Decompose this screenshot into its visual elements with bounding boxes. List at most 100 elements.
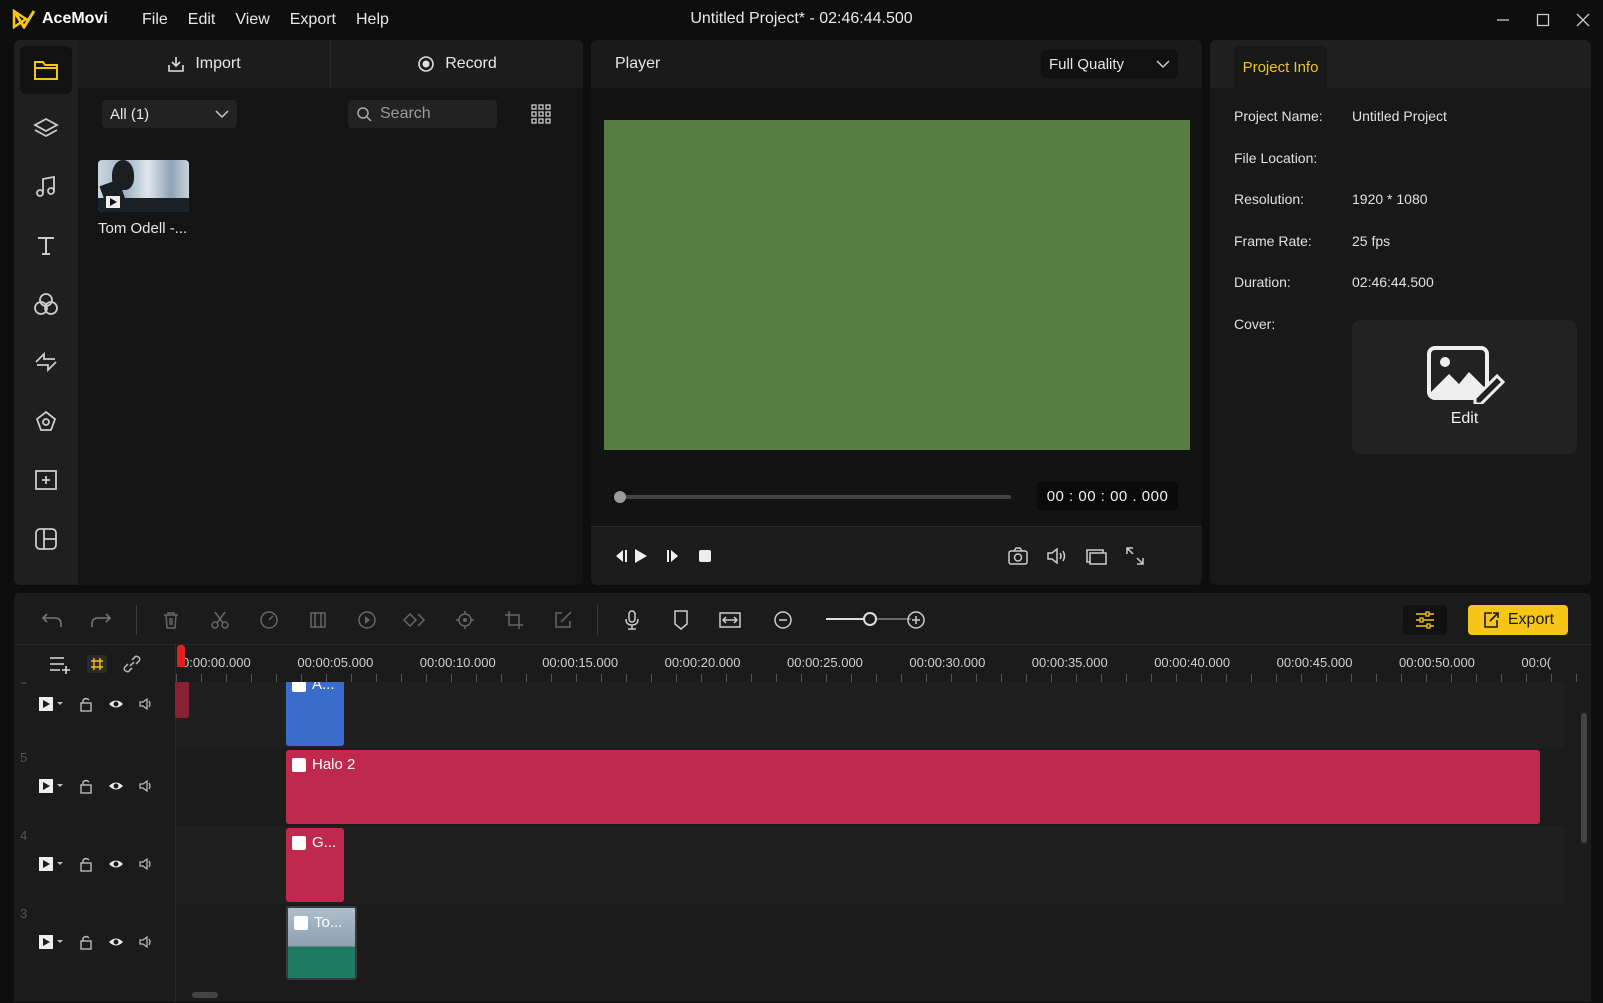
play-button[interactable] xyxy=(627,543,653,569)
media-item[interactable]: Tom Odell -... xyxy=(98,160,193,237)
lock-icon[interactable] xyxy=(78,778,94,794)
pip-button[interactable] xyxy=(1083,543,1109,569)
target-icon xyxy=(456,611,474,629)
rail-text-button[interactable] xyxy=(20,221,72,269)
menu-export[interactable]: Export xyxy=(280,10,346,30)
eye-icon[interactable] xyxy=(108,779,124,793)
ruler-time-label: 00:00:35.000 xyxy=(1031,655,1108,670)
rail-templates-button[interactable] xyxy=(20,514,72,562)
eye-icon[interactable] xyxy=(108,697,124,711)
record-button[interactable]: Record xyxy=(330,40,583,88)
close-button[interactable] xyxy=(1563,0,1603,40)
speed-button[interactable] xyxy=(255,606,283,634)
info-label: Frame Rate: xyxy=(1234,233,1312,249)
timeline-clip[interactable]: A... xyxy=(286,682,344,746)
progress-handle[interactable] xyxy=(614,491,626,503)
rail-layers-button[interactable] xyxy=(20,104,72,152)
tab-project-info[interactable]: Project Info xyxy=(1234,46,1327,88)
media-filter-dropdown[interactable]: All (1) xyxy=(102,100,237,128)
export-button[interactable]: Export xyxy=(1468,605,1568,635)
timeline-settings-button[interactable] xyxy=(1403,605,1447,635)
marker-button[interactable] xyxy=(667,606,695,634)
undo-button[interactable] xyxy=(38,606,66,634)
track-number: 4 xyxy=(20,828,28,843)
snap-icon[interactable] xyxy=(86,654,108,674)
track-row: 6 A... xyxy=(14,682,1564,748)
keyframe-button[interactable] xyxy=(402,606,430,634)
timeline-ruler[interactable]: 0:00:00.000 00:00:05.000 00:00:10.000 00:00… xyxy=(176,645,1591,682)
preview-screen[interactable] xyxy=(604,120,1190,450)
lock-icon[interactable] xyxy=(78,696,94,712)
add-track-icon[interactable] xyxy=(48,654,72,674)
import-label: Import xyxy=(195,55,241,72)
rail-audio-button[interactable] xyxy=(20,163,72,211)
rail-elements-button[interactable] xyxy=(20,397,72,445)
volume-icon[interactable] xyxy=(138,856,154,872)
rail-transitions-button[interactable] xyxy=(20,338,72,386)
zoom-slider[interactable] xyxy=(826,612,911,626)
menu-help[interactable]: Help xyxy=(346,10,399,30)
track-controls xyxy=(38,778,154,794)
fit-timeline-button[interactable] xyxy=(716,606,744,634)
eye-icon[interactable] xyxy=(108,935,124,949)
timeline-vertical-scrollbar[interactable] xyxy=(1581,713,1587,843)
ruler-time-label: 00:00:40.000 xyxy=(1154,655,1231,670)
rail-stickers-button[interactable] xyxy=(20,455,72,503)
track-type-icon[interactable] xyxy=(38,696,64,712)
grid-view-button[interactable] xyxy=(530,103,552,125)
quality-dropdown[interactable]: Full Quality xyxy=(1041,50,1178,78)
volume-icon[interactable] xyxy=(138,778,154,794)
text-clip-icon xyxy=(292,682,306,692)
timeline-horizontal-scrollbar[interactable] xyxy=(192,992,218,998)
rail-media-button[interactable] xyxy=(20,46,72,94)
import-button[interactable]: Import xyxy=(78,40,330,88)
snapshot-button[interactable] xyxy=(1005,543,1031,569)
next-frame-button[interactable] xyxy=(660,543,686,569)
menu-view[interactable]: View xyxy=(225,10,279,30)
track-type-icon[interactable] xyxy=(38,934,64,950)
volume-button[interactable] xyxy=(1044,543,1070,569)
track-type-icon[interactable] xyxy=(38,856,64,872)
zoom-slider-handle[interactable] xyxy=(863,612,877,626)
link-icon[interactable] xyxy=(122,654,142,674)
split-button[interactable] xyxy=(206,606,234,634)
timeline-clip[interactable]: G... xyxy=(286,828,344,902)
playhead[interactable] xyxy=(177,645,185,667)
eye-icon[interactable] xyxy=(108,857,124,871)
lock-icon[interactable] xyxy=(78,856,94,872)
reverse-button[interactable] xyxy=(353,606,381,634)
stop-button[interactable] xyxy=(692,543,718,569)
fullscreen-button[interactable] xyxy=(1122,543,1148,569)
menu-bar: File Edit View Export Help xyxy=(132,10,399,30)
crop-icon xyxy=(505,611,523,629)
playback-progress-bar[interactable] xyxy=(614,491,1011,503)
minimize-button[interactable] xyxy=(1483,0,1523,40)
volume-icon[interactable] xyxy=(138,696,154,712)
rail-filters-button[interactable] xyxy=(20,280,72,328)
media-thumbnail xyxy=(98,160,189,212)
media-search-box[interactable] xyxy=(348,100,497,128)
zoom-out-button[interactable] xyxy=(769,606,797,634)
maximize-button[interactable] xyxy=(1523,0,1563,40)
menu-edit[interactable]: Edit xyxy=(178,10,226,30)
timeline-clip[interactable]: To... xyxy=(286,906,357,980)
zoom-in-button[interactable] xyxy=(902,606,930,634)
track-type-icon[interactable] xyxy=(38,778,64,794)
motion-track-button[interactable] xyxy=(451,606,479,634)
crop-button[interactable] xyxy=(500,606,528,634)
timeline-clip-edge[interactable] xyxy=(175,682,189,718)
menu-file[interactable]: File xyxy=(132,10,178,30)
title-bar: AceMovi File Edit View Export Help Untit… xyxy=(0,0,1603,40)
volume-icon[interactable] xyxy=(138,934,154,950)
freeze-button[interactable] xyxy=(304,606,332,634)
voiceover-button[interactable] xyxy=(618,606,646,634)
media-tabs: Import Record xyxy=(78,40,583,88)
track-number: 3 xyxy=(20,906,28,921)
search-input[interactable] xyxy=(380,105,480,123)
lock-icon[interactable] xyxy=(78,934,94,950)
cover-edit-button[interactable]: Edit xyxy=(1352,320,1577,454)
redo-button[interactable] xyxy=(87,606,115,634)
timeline-clip[interactable]: Halo 2 xyxy=(286,750,1540,824)
delete-button[interactable] xyxy=(157,606,185,634)
edit-clip-button[interactable] xyxy=(549,606,577,634)
